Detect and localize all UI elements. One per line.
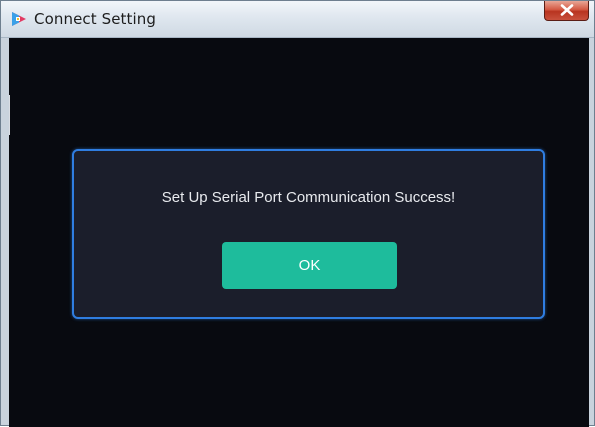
dialog-message: Set Up Serial Port Communication Success… (161, 189, 456, 206)
app-logo-icon (11, 11, 27, 27)
ok-button[interactable]: OK (222, 242, 397, 289)
divider (9, 95, 10, 135)
close-button[interactable] (544, 1, 589, 21)
title-bar[interactable]: Connect Setting (1, 1, 594, 38)
message-dialog: Set Up Serial Port Communication Success… (72, 149, 545, 319)
connect-setting-window: Connect Setting Set Up Serial Port Commu… (0, 0, 595, 427)
window-title: Connect Setting (34, 10, 156, 28)
